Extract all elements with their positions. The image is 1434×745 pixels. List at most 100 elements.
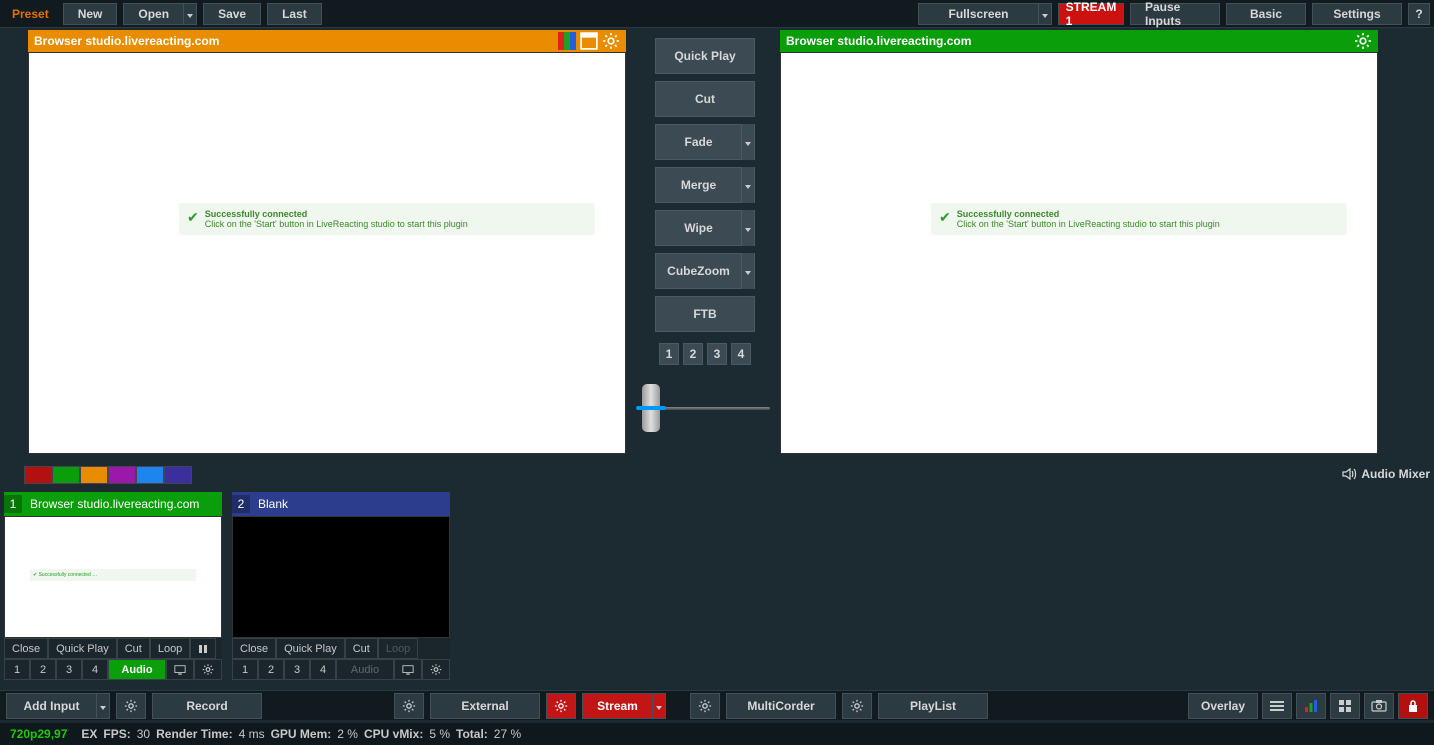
category-purple[interactable] [108,466,136,484]
status-resolution: 720p29,97 [10,727,67,741]
preview-left-app-icon[interactable] [580,32,598,50]
input-overlay-2[interactable]: 2 [258,659,284,680]
input-thumbnail[interactable]: ✔ Successfully connected … [4,516,222,638]
input-cut-button[interactable]: Cut [117,638,150,659]
speaker-icon [1341,466,1357,482]
output-body[interactable]: ✔ Successfully connected Click on the 'S… [780,52,1378,454]
overlay-num-4[interactable]: 4 [731,343,751,365]
cubezoom-button[interactable]: CubeZoom [655,253,741,289]
input-thumbnail[interactable] [232,516,450,638]
color-indicator-icon[interactable] [558,32,576,50]
ftb-button[interactable]: FTB [655,296,755,332]
category-orange[interactable] [80,466,108,484]
list-icon[interactable] [1262,693,1292,719]
input-monitor-icon[interactable] [394,659,422,680]
cut-button[interactable]: Cut [655,81,755,117]
fade-dropdown[interactable] [741,124,755,160]
snapshot-icon[interactable] [1364,693,1394,719]
input-settings-icon[interactable] [422,659,450,680]
input-close-button[interactable]: Close [232,638,276,659]
input-settings-icon[interactable] [194,659,222,680]
playlist-settings-icon[interactable] [842,693,872,719]
input-loop-button[interactable]: Loop [150,638,190,659]
category-indigo[interactable] [164,466,192,484]
input-overlay-3[interactable]: 3 [56,659,82,680]
open-button[interactable]: Open [123,3,183,25]
input-monitor-icon[interactable] [166,659,194,680]
preview-body-left[interactable]: ✔ Successfully connected Click on the 'S… [28,52,626,454]
add-input-dropdown[interactable] [96,693,110,719]
input-pause-button[interactable] [190,638,216,659]
external-button[interactable]: External [430,693,540,719]
stream-settings-icon[interactable] [546,693,576,719]
input-quickplay-button[interactable]: Quick Play [48,638,117,659]
preset-label: Preset [4,7,57,21]
add-input-button[interactable]: Add Input [6,693,96,719]
multicorder-button[interactable]: MultiCorder [726,693,836,719]
preview-title-left: Browser studio.livereacting.com [34,34,219,48]
preview-header-left: Browser studio.livereacting.com [28,30,626,52]
grid-icon[interactable] [1330,693,1360,719]
pause-inputs-button[interactable]: Pause Inputs [1130,3,1220,25]
status-ex: EX [81,727,97,741]
wipe-button[interactable]: Wipe [655,210,741,246]
t-bar-track [650,407,770,410]
save-button[interactable]: Save [203,3,261,25]
record-button[interactable]: Record [152,693,262,719]
output-header: Browser studio.livereacting.com [780,30,1378,52]
playlist-button[interactable]: PlayList [878,693,988,719]
audio-mixer-toggle[interactable]: Audio Mixer [1341,466,1430,482]
t-bar-handle[interactable] [642,384,660,432]
multicorder-settings-icon[interactable] [690,693,720,719]
input-overlay-4[interactable]: 4 [82,659,108,680]
stream1-button[interactable]: STREAM 1 [1058,3,1124,25]
open-dropdown[interactable] [183,3,197,25]
success-check-icon: ✔ [939,209,951,226]
merge-button[interactable]: Merge [655,167,741,203]
settings-button[interactable]: Settings [1312,3,1402,25]
status-bar: 720p29,97 EX FPS:30 Render Time:4 ms GPU… [0,723,1434,745]
input-audio-button[interactable]: Audio [336,659,394,680]
quick-play-button[interactable]: Quick Play [655,38,755,74]
wipe-dropdown[interactable] [741,210,755,246]
category-blue[interactable] [136,466,164,484]
basic-button[interactable]: Basic [1226,3,1306,25]
record-settings-icon[interactable] [116,693,146,719]
cubezoom-dropdown[interactable] [741,253,755,289]
stream-dropdown[interactable] [652,693,666,719]
fullscreen-dropdown[interactable] [1038,3,1052,25]
new-button[interactable]: New [63,3,118,25]
output-title: Browser studio.livereacting.com [786,34,971,48]
output-settings-icon[interactable] [1354,32,1372,50]
input-audio-button[interactable]: Audio [108,659,166,680]
stream-button[interactable]: Stream [582,693,652,719]
overlay-num-3[interactable]: 3 [707,343,727,365]
lock-icon[interactable] [1398,693,1428,719]
input-quickplay-button[interactable]: Quick Play [276,638,345,659]
input-close-button[interactable]: Close [4,638,48,659]
external-settings-icon[interactable] [394,693,424,719]
overlay-num-2[interactable]: 2 [683,343,703,365]
category-green[interactable] [52,466,80,484]
input-overlay-3[interactable]: 3 [284,659,310,680]
overlay-num-1[interactable]: 1 [659,343,679,365]
success-check-icon: ✔ [187,209,199,226]
help-button[interactable]: ? [1408,3,1430,25]
meter-icon[interactable] [1296,693,1326,719]
preview-left-settings-icon[interactable] [602,32,620,50]
last-button[interactable]: Last [267,3,322,25]
merge-dropdown[interactable] [741,167,755,203]
fullscreen-button[interactable]: Fullscreen [918,3,1038,25]
input-cut-button[interactable]: Cut [345,638,378,659]
fade-button[interactable]: Fade [655,124,741,160]
input-overlay-1[interactable]: 1 [232,659,258,680]
input-loop-button[interactable]: Loop [378,638,418,659]
overlay-button[interactable]: Overlay [1188,693,1258,719]
input-tile-1[interactable]: 1 Browser studio.livereacting.com ✔ Succ… [4,492,222,680]
input-overlay-4[interactable]: 4 [310,659,336,680]
input-tile-2[interactable]: 2 Blank Close Quick Play Cut Loop 1 2 3 … [232,492,450,680]
input-overlay-2[interactable]: 2 [30,659,56,680]
category-red[interactable] [24,466,52,484]
input-overlay-1[interactable]: 1 [4,659,30,680]
input-index: 2 [232,495,250,513]
